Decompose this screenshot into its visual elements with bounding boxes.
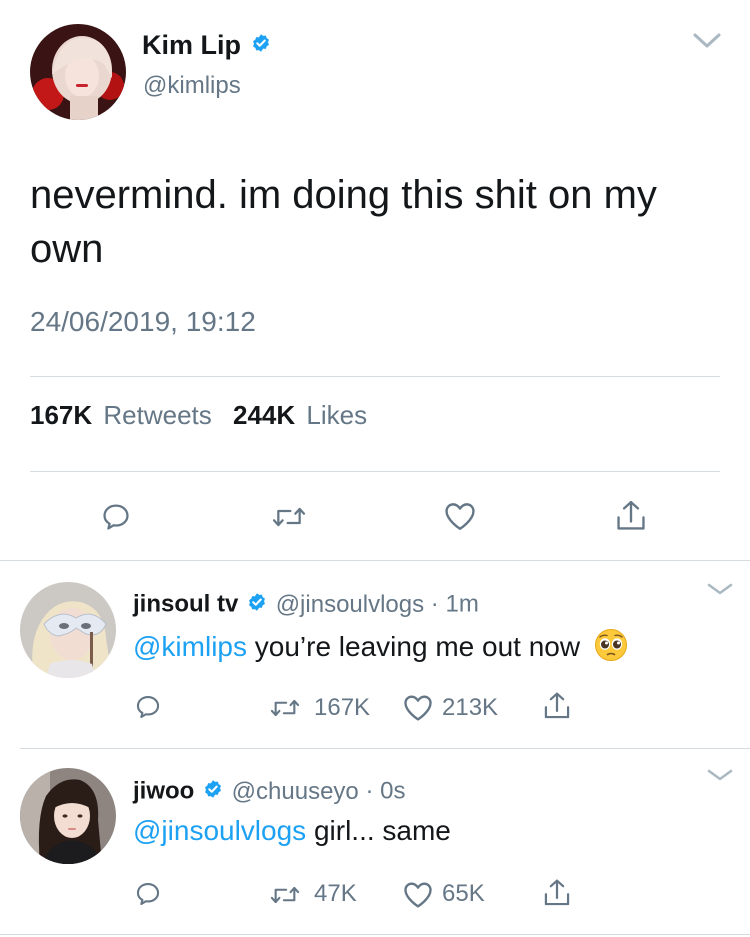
reply-time[interactable]: 1m [445,591,478,618]
chevron-down-icon[interactable] [692,32,722,50]
main-timestamp[interactable]: 24/06/2019, 19:12 [30,306,256,338]
reply-body: girl... same [306,815,451,846]
retweet-count: 167K [314,694,371,721]
like-heart-icon[interactable] [402,880,434,909]
reply-header: jiwoo @chuuseyo · 0s [133,777,405,806]
reply-icon[interactable] [100,501,132,533]
divider [30,471,720,472]
share-icon[interactable] [614,498,648,534]
main-display-name[interactable]: Kim Lip [142,30,241,60]
verified-badge-icon [203,778,223,806]
chevron-down-icon[interactable] [706,582,734,596]
like-count: 65K [442,880,485,907]
verified-badge-icon [251,33,271,58]
avatar-jiwoo[interactable] [20,768,116,864]
like-heart-icon[interactable] [443,500,477,532]
divider [0,560,750,561]
divider [20,748,750,749]
avatar-kim-lip[interactable] [30,24,126,120]
reply-display-name[interactable]: jinsoul tv [133,591,238,618]
retweet-icon[interactable] [270,501,308,533]
reply-text: @kimlips you’re leaving me out now [133,628,628,669]
retweet-icon[interactable] [268,694,302,722]
share-icon[interactable] [541,877,573,909]
chevron-down-icon[interactable] [706,768,734,782]
retweet-icon[interactable] [268,881,302,909]
retweets-label[interactable]: Retweets [103,400,211,430]
main-handle[interactable]: @kimlips [143,72,241,100]
verified-badge-icon [247,591,267,619]
retweet-count: 47K [314,880,357,907]
reply-display-name[interactable]: jiwoo [133,778,194,805]
reply-body: you’re leaving me out now [246,630,581,662]
reply-icon[interactable] [134,693,162,721]
share-icon[interactable] [541,690,573,722]
main-tweet-text: nevermind. im doing this shit on my own [30,173,657,271]
engagement-stats: 167K Retweets 244K Likes [30,400,367,431]
main-author-line: Kim Lip [142,30,271,66]
reply-icon[interactable] [134,880,162,908]
divider [30,376,720,377]
reply-time[interactable]: 0s [380,778,405,805]
retweets-count[interactable]: 167K [30,400,92,430]
reply-header: jinsoul tv @jinsoulvlogs · 1m [133,590,479,619]
dot-separator: · [430,590,439,618]
dot-separator: · [365,777,374,805]
avatar-jinsoul[interactable] [20,582,116,678]
divider [0,934,750,935]
mention-link[interactable]: @jinsoulvlogs [133,815,306,846]
like-heart-icon[interactable] [402,693,434,722]
mention-link[interactable]: @kimlips [133,631,247,662]
likes-count[interactable]: 244K [233,400,295,430]
reply-handle[interactable]: @jinsoulvlogs [276,591,424,618]
reply-handle[interactable]: @chuuseyo [232,778,359,805]
like-count: 213K [442,694,499,721]
pleading-face-emoji-icon [594,628,628,669]
reply-text: @jinsoulvlogs girl... same [133,815,451,847]
likes-label[interactable]: Likes [306,400,367,430]
